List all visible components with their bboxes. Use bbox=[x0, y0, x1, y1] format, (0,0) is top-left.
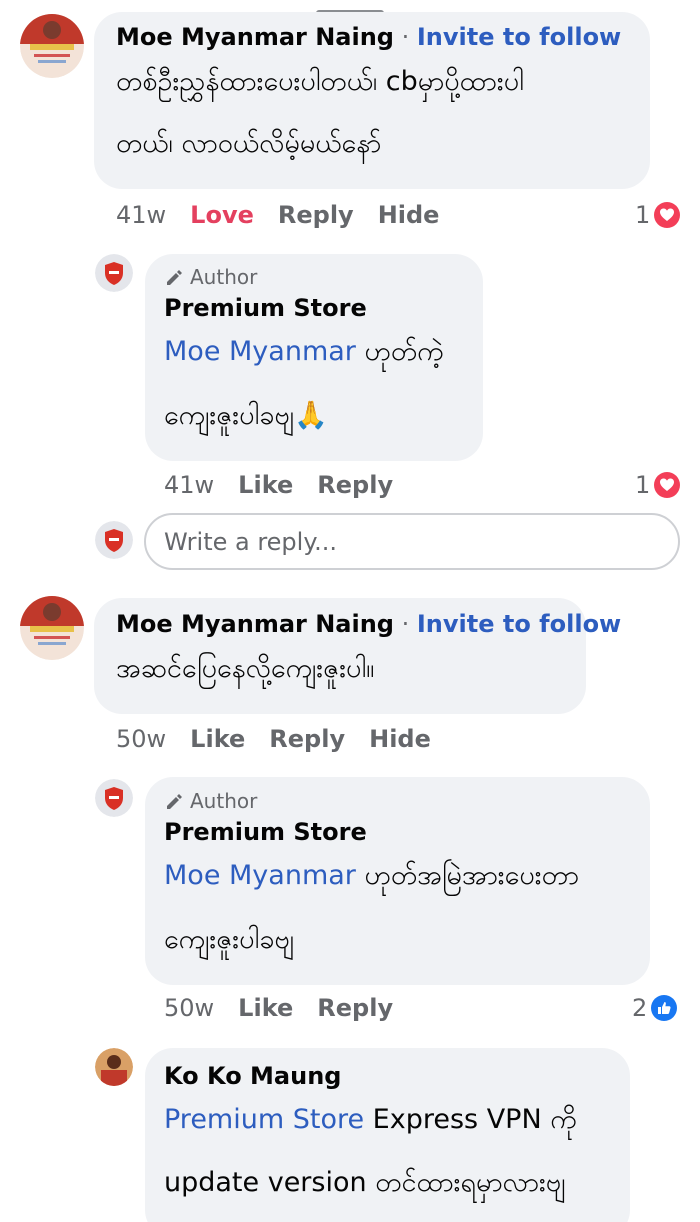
shield-logo-icon bbox=[95, 254, 133, 292]
comment-text: ဟုတ်ကဲ့ bbox=[355, 336, 444, 367]
hide-button[interactable]: Hide bbox=[378, 201, 440, 229]
author-badge: Author bbox=[164, 265, 257, 289]
hide-button[interactable]: Hide bbox=[369, 725, 431, 753]
love-button[interactable]: Love bbox=[190, 201, 254, 229]
comment-text-line: update version တင်ထားရမှာလားဗျ bbox=[164, 1167, 566, 1198]
profile-photo-icon bbox=[95, 1048, 133, 1086]
avatar[interactable] bbox=[20, 14, 84, 78]
comment-actions: 50w Like Reply bbox=[164, 994, 417, 1022]
comment-text: ဟုတ်အမြဲအားပေးတာ bbox=[355, 860, 579, 891]
comment-actions: 41w Love Reply Hide bbox=[116, 201, 463, 229]
like-button[interactable]: Like bbox=[238, 471, 293, 499]
comment-text-line: တစ်ဦးညွှန်ထားပေးပါတယ်၊ cbမှာပို့ထားပါ bbox=[116, 66, 524, 97]
profile-photo-icon bbox=[20, 14, 84, 78]
reaction-summary[interactable]: 2 bbox=[632, 994, 678, 1022]
author-label: Author bbox=[190, 789, 258, 813]
author-label: Author bbox=[190, 265, 258, 289]
pencil-icon bbox=[167, 270, 182, 285]
comment-text-line: တယ်၊ လာဝယ်လိမ့်မယ်နော် bbox=[116, 128, 382, 159]
commenter-name[interactable]: Moe Myanmar Naing · Invite to follow bbox=[116, 23, 621, 51]
mention-link[interactable]: Premium Store bbox=[164, 1104, 364, 1135]
heart-icon bbox=[654, 202, 681, 228]
reaction-count: 1 bbox=[635, 201, 651, 229]
like-button[interactable]: Like bbox=[238, 994, 293, 1022]
avatar[interactable] bbox=[95, 1048, 133, 1086]
separator-dot: · bbox=[393, 23, 417, 51]
reaction-summary[interactable]: 1 bbox=[635, 201, 681, 229]
shield-logo-icon bbox=[95, 779, 133, 817]
comment-text-line: ကျေးဇူးပါခဗျ🙏 bbox=[164, 400, 328, 431]
commenter-name-text[interactable]: Moe Myanmar Naing bbox=[116, 23, 394, 51]
separator-dot: · bbox=[393, 610, 417, 638]
reaction-summary[interactable]: 1 bbox=[635, 471, 681, 499]
avatar[interactable] bbox=[20, 596, 84, 660]
commenter-name[interactable]: Ko Ko Maung bbox=[164, 1062, 341, 1090]
timestamp[interactable]: 50w bbox=[164, 994, 214, 1022]
invite-to-follow-link[interactable]: Invite to follow bbox=[417, 23, 621, 51]
avatar bbox=[95, 521, 133, 559]
invite-to-follow-link[interactable]: Invite to follow bbox=[417, 610, 621, 638]
mention-link[interactable]: Moe Myanmar bbox=[164, 860, 356, 891]
timestamp[interactable]: 41w bbox=[164, 471, 214, 499]
heart-icon bbox=[654, 472, 681, 498]
profile-photo-icon bbox=[20, 596, 84, 660]
shield-logo-icon bbox=[95, 521, 133, 559]
comment-actions: 50w Like Reply Hide bbox=[116, 725, 455, 753]
reply-button[interactable]: Reply bbox=[278, 201, 354, 229]
pencil-icon bbox=[167, 794, 182, 809]
author-badge: Author bbox=[164, 789, 257, 813]
reply-input[interactable] bbox=[164, 515, 644, 568]
reply-button[interactable]: Reply bbox=[269, 725, 345, 753]
reply-button[interactable]: Reply bbox=[317, 994, 393, 1022]
reaction-count: 2 bbox=[632, 994, 648, 1022]
comment-text-line: ကျေးဇူးပါခဗျ bbox=[164, 924, 295, 955]
comment-text-line: Moe Myanmar ဟုတ်အမြဲအားပေးတာ bbox=[164, 860, 579, 892]
commenter-name[interactable]: Moe Myanmar Naing · Invite to follow bbox=[116, 610, 621, 638]
like-button[interactable]: Like bbox=[190, 725, 245, 753]
timestamp[interactable]: 50w bbox=[116, 725, 166, 753]
commenter-name[interactable]: Premium Store bbox=[164, 818, 367, 846]
commenter-name[interactable]: Premium Store bbox=[164, 294, 367, 322]
avatar[interactable] bbox=[95, 779, 133, 817]
avatar[interactable] bbox=[95, 254, 133, 292]
timestamp[interactable]: 41w bbox=[116, 201, 166, 229]
reaction-count: 1 bbox=[635, 471, 651, 499]
comment-text: Express VPN ကို bbox=[364, 1104, 577, 1135]
comment-text-line: အဆင်ပြေနေလို့ကျေးဇူးပါ။ bbox=[116, 653, 375, 684]
comment-text-line: Moe Myanmar ဟုတ်ကဲ့ bbox=[164, 336, 444, 368]
reply-box[interactable] bbox=[144, 513, 680, 570]
reply-button[interactable]: Reply bbox=[317, 471, 393, 499]
commenter-name-text[interactable]: Moe Myanmar Naing bbox=[116, 610, 394, 638]
like-icon bbox=[651, 995, 678, 1021]
mention-link[interactable]: Moe Myanmar bbox=[164, 336, 356, 367]
comment-text-line: Premium Store Express VPN ကို bbox=[164, 1104, 577, 1136]
comment-actions: 41w Like Reply bbox=[164, 471, 417, 499]
